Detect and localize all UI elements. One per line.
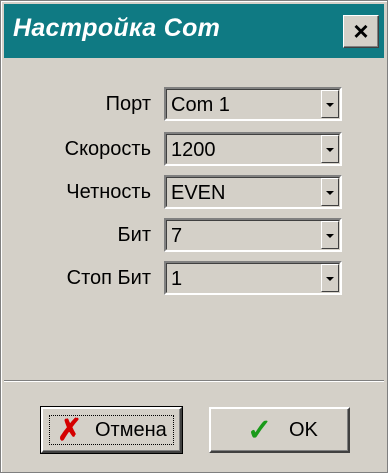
- stop-bits-label: Стоп Бит: [66, 267, 151, 289]
- cancel-button[interactable]: ✗ Отмена: [40, 406, 183, 454]
- field-row-parity: Четность EVEN: [1, 175, 387, 211]
- checkmark-icon: ✓: [247, 414, 273, 447]
- chevron-down-icon[interactable]: [321, 264, 339, 292]
- ok-button-label: OK: [289, 419, 318, 441]
- close-button[interactable]: ×: [343, 15, 379, 48]
- parity-label: Четность: [66, 181, 151, 203]
- port-label: Порт: [105, 93, 151, 115]
- field-row-stop-bits: Стоп Бит 1: [1, 261, 387, 297]
- speed-label: Скорость: [64, 138, 151, 160]
- speed-select[interactable]: 1200: [164, 132, 342, 166]
- cancel-button-label: Отмена: [95, 419, 167, 441]
- port-select[interactable]: Com 1: [164, 87, 342, 121]
- bits-select[interactable]: 7: [164, 218, 342, 252]
- window-title: Настройка Com: [13, 14, 221, 42]
- port-value: Com 1: [171, 94, 230, 116]
- field-row-bits: Бит 7: [1, 218, 387, 254]
- chevron-down-icon[interactable]: [321, 90, 339, 118]
- field-row-speed: Скорость 1200: [1, 132, 387, 168]
- ok-button[interactable]: ✓ OK: [209, 407, 350, 453]
- stop-bits-value: 1: [171, 268, 183, 290]
- parity-select[interactable]: EVEN: [164, 175, 342, 209]
- separator: [4, 380, 384, 382]
- field-row-port: Порт Com 1: [1, 87, 387, 123]
- title-bar: Настройка Com ×: [4, 4, 384, 58]
- stop-bits-select[interactable]: 1: [164, 261, 342, 295]
- bits-label: Бит: [117, 224, 151, 246]
- speed-value: 1200: [171, 139, 216, 161]
- chevron-down-icon[interactable]: [321, 178, 339, 206]
- settings-dialog: Настройка Com × Порт Com 1 Скорость 1200…: [0, 0, 388, 473]
- x-icon: ✗: [57, 414, 83, 447]
- chevron-down-icon[interactable]: [321, 221, 339, 249]
- bits-value: 7: [171, 225, 183, 247]
- parity-value: EVEN: [171, 182, 226, 204]
- chevron-down-icon[interactable]: [321, 135, 339, 163]
- close-icon: ×: [353, 16, 369, 46]
